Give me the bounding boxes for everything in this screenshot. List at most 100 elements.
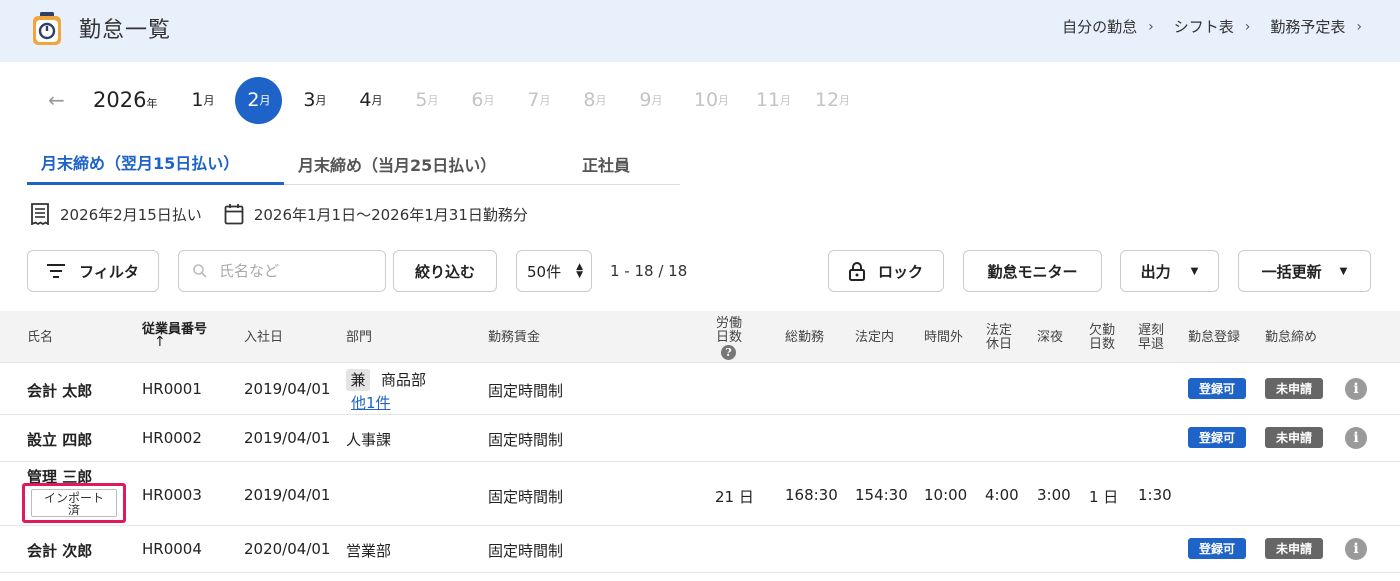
col-night[interactable]: 深夜 [1037,331,1063,344]
month-suffix: 月 [371,94,383,107]
registration-status-badge[interactable]: 登録可 [1188,538,1246,559]
month-3[interactable]: 3月 [291,77,338,124]
closing-status-badge: 未申請 [1265,378,1323,399]
narrow-button[interactable]: 絞り込む [393,250,497,292]
month-number: 5 [415,89,428,111]
col-overtime[interactable]: 時間外 [924,331,963,344]
chevron-right-icon: › [1244,18,1251,35]
employee-name[interactable]: 会計 太郎 [27,380,92,401]
name-search-input[interactable] [219,262,379,280]
per-page-select[interactable]: 50件 ▲ ▼ [516,250,592,292]
more-departments-link[interactable]: 他1件 [351,392,391,413]
col-late-line2: 早退 [1138,337,1165,352]
month-4[interactable]: 4月 [347,77,394,124]
caret-down-icon: ▼ [1339,265,1348,277]
department-name: 人事課 [346,431,392,449]
late-early-value: 1:30 [1138,486,1172,504]
per-page-value: 50件 [527,262,562,281]
info-icon[interactable]: i [1345,538,1367,560]
table-row[interactable]: 会計 太郎 HR0001 2019/04/01 兼商品部 他1件 固定時間制 登… [0,363,1400,415]
tab-month-end-next-15[interactable]: 月末締め（翌月15日払い） [27,142,284,185]
export-button-label: 出力 [1140,262,1171,281]
month-suffix: 月 [718,94,730,107]
page-range: 1 - 18 / 18 [610,262,688,280]
month-number: 10 [693,89,719,111]
col-name[interactable]: 氏名 [27,331,53,344]
month-suffix: 月 [595,94,607,107]
month-1[interactable]: 1月 [179,77,226,124]
table-row[interactable]: 設立 四郎 HR0002 2019/04/01 人事課 固定時間制 登録可 未申… [0,415,1400,462]
registration-status-badge[interactable]: 登録可 [1188,378,1246,399]
month-suffix: 月 [203,94,215,107]
export-dropdown-button[interactable]: 出力 ▼ [1120,250,1219,292]
total-work-value: 168:30 [785,486,838,504]
tab-regular-employee[interactable]: 正社員 [554,142,644,185]
col-holiday-line2: 休日 [986,337,1013,352]
col-total-work[interactable]: 総勤務 [785,331,824,344]
col-attendance-closing: 勤怠締め [1265,330,1318,345]
col-department[interactable]: 部門 [346,331,372,344]
employee-number: HR0004 [142,540,202,558]
department: 兼商品部 [346,369,426,391]
work-schedule-link[interactable]: 勤務予定表 › [1270,16,1362,37]
year-suffix: 年 [146,97,158,110]
period-info: 2026年2月15日払い 2026年1月1日〜2026年1月31日勤務分 [30,203,528,225]
page-header: 勤怠一覧 自分の勤怠 › シフト表 › 勤務予定表 › [0,0,1400,62]
month-number: 7 [527,89,540,111]
table-row[interactable]: 会計 次郎 HR0004 2020/04/01 営業部 固定時間制 登録可 未申… [0,526,1400,573]
bulk-update-dropdown-button[interactable]: 一括更新 ▼ [1238,250,1371,292]
col-wage-type[interactable]: 勤務賃金 [488,331,540,344]
payday-text: 2026年2月15日払い [60,205,202,224]
lock-button[interactable]: ロック [828,250,944,292]
shift-table-link[interactable]: シフト表 › [1174,16,1251,37]
info-icon[interactable]: i [1345,378,1367,400]
month-number: 6 [471,89,484,111]
legal-hours-value: 154:30 [855,486,908,504]
col-attendance-registration: 勤怠登録 [1188,330,1241,345]
page-title: 勤怠一覧 [79,18,172,43]
header-links: 自分の勤怠 › シフト表 › 勤務予定表 › [1062,16,1362,37]
month-number: 11 [755,89,781,111]
month-5: 5月 [403,77,450,124]
registration-status-badge[interactable]: 登録可 [1188,427,1246,448]
month-number: 8 [583,89,596,111]
attendance-monitor-button[interactable]: 勤怠モニター [963,250,1102,292]
table-row[interactable]: 管理 三郎 HR0003 2019/04/01 固定時間制 21 日 168:3… [0,462,1400,526]
receipt-icon [31,203,49,225]
col-workdays-line2: 日数 [716,330,743,345]
absence-value: 1 日 [1089,488,1119,506]
select-arrows-icon: ▲ ▼ [576,262,583,280]
month-suffix: 月 [539,94,551,107]
col-legal-hours[interactable]: 法定内 [855,331,894,344]
col-holiday-line1: 法定 [986,323,1013,338]
year-value: 2026 [93,88,147,112]
employee-number: HR0001 [142,380,202,398]
col-hire-date[interactable]: 入社日 [244,331,283,344]
col-absence-line2: 日数 [1089,337,1116,352]
tab-month-end-current-25[interactable]: 月末締め（当月25日払い） [284,142,554,185]
filter-button[interactable]: フィルタ [27,250,159,292]
previous-year-arrow-icon[interactable]: ← [48,88,74,112]
work-period-text: 2026年1月1日〜2026年1月31日勤務分 [253,205,528,224]
filter-button-label: フィルタ [79,262,139,281]
month-suffix: 月 [483,94,495,107]
my-attendance-link[interactable]: 自分の勤怠 › [1062,16,1154,37]
month-number: 1 [191,89,204,111]
sort-asc-arrow-icon[interactable]: ↑ [154,335,166,349]
col-employee-number[interactable]: 従業員番号 [142,323,207,336]
month-number: 12 [814,89,840,111]
month-2[interactable]: 2月 [235,76,283,124]
month-suffix: 月 [839,94,851,107]
employee-name[interactable]: 会計 次郎 [27,540,92,561]
month-suffix: 月 [780,94,792,107]
work-schedule-link-label: 勤務予定表 [1270,18,1346,36]
imported-badge-line2: 済 [67,503,80,517]
caret-down-icon: ▼ [1190,265,1199,277]
chevron-right-icon: › [1356,18,1362,35]
employee-name[interactable]: 設立 四郎 [27,429,92,450]
department-name: 営業部 [346,542,392,560]
calendar-icon [224,204,244,225]
month-number: 2 [247,89,260,111]
help-icon[interactable]: ? [721,345,736,360]
info-icon[interactable]: i [1345,427,1367,449]
